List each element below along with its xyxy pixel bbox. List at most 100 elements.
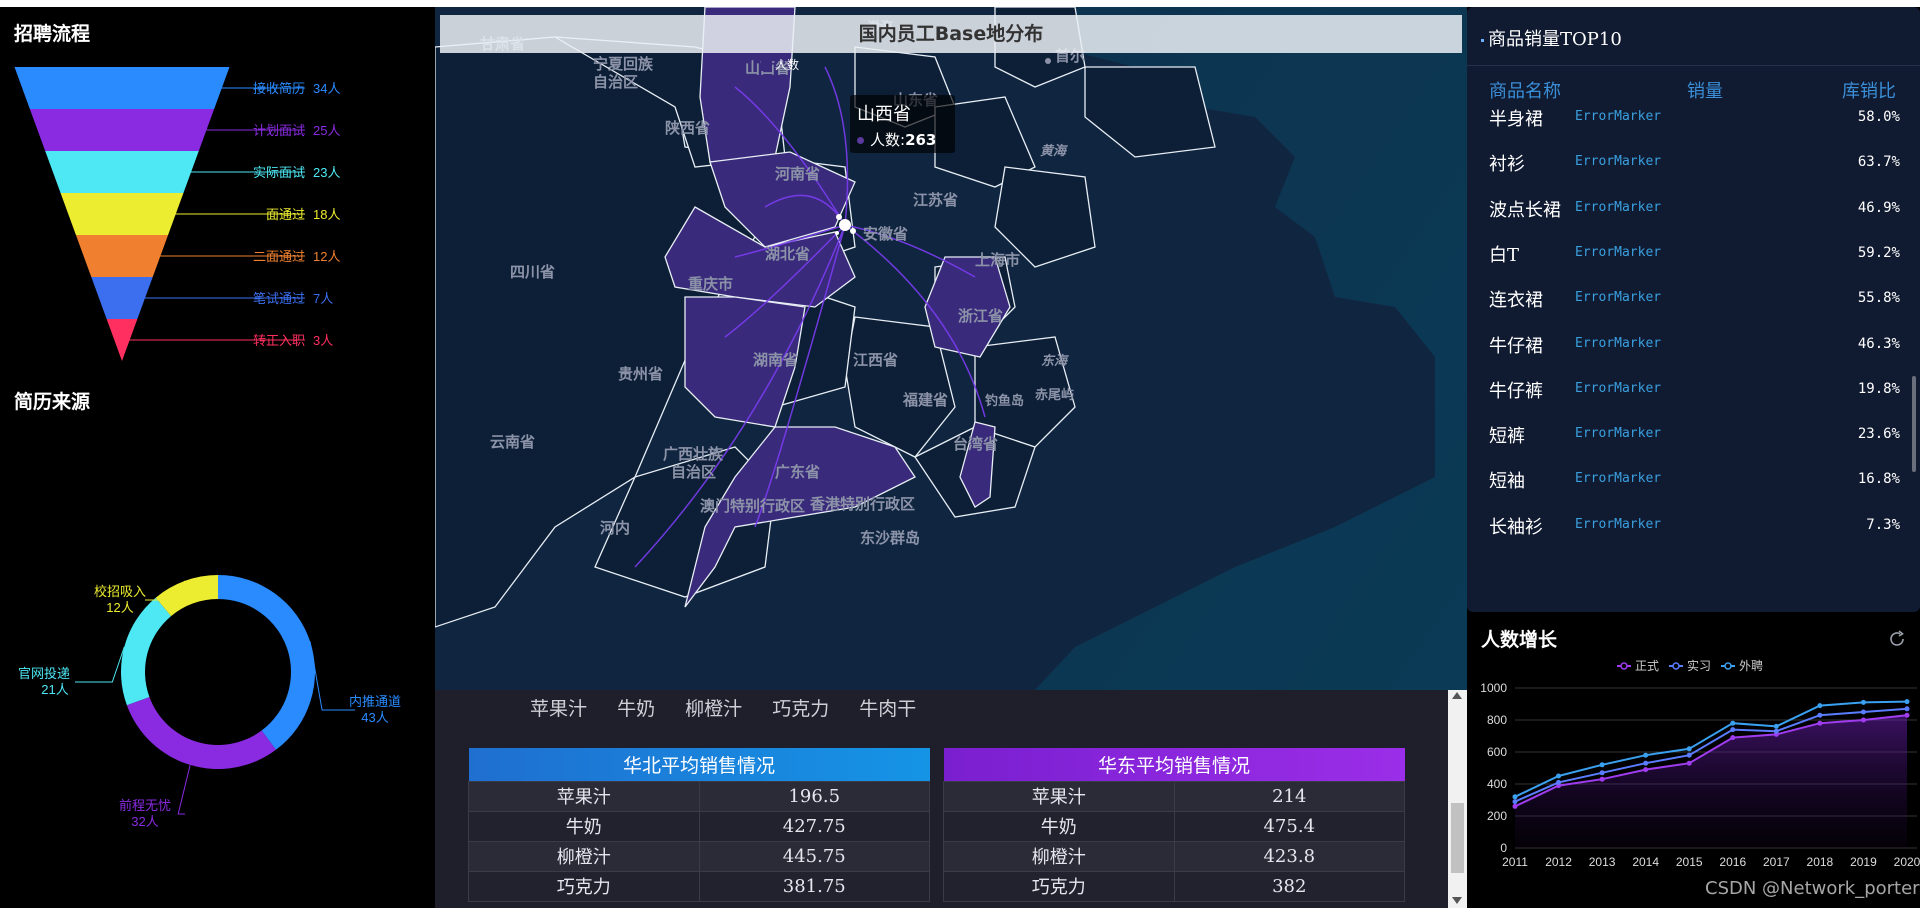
- data-point[interactable]: [1599, 776, 1605, 782]
- legend-dot[interactable]: [1672, 662, 1680, 670]
- funnel-stage[interactable]: [91, 277, 153, 319]
- data-point[interactable]: [1643, 752, 1649, 758]
- data-point[interactable]: [1686, 752, 1692, 758]
- map-tooltip: 山西省 人数:263: [850, 95, 955, 153]
- y-tick-label: 0: [1500, 841, 1507, 855]
- data-point[interactable]: [1773, 723, 1779, 729]
- legend-item[interactable]: 柳橙汁: [685, 698, 742, 720]
- funnel-stage[interactable]: [60, 193, 184, 235]
- data-point[interactable]: [1730, 720, 1736, 726]
- scroll-thumb[interactable]: [1451, 803, 1464, 873]
- data-point[interactable]: [1904, 712, 1910, 718]
- data-point[interactable]: [1556, 773, 1562, 779]
- data-point[interactable]: [1643, 760, 1649, 766]
- watermark: CSDN @Network_porter: [1705, 878, 1920, 899]
- donut-count: 32人: [131, 814, 158, 829]
- data-point[interactable]: [1860, 717, 1866, 723]
- data-point[interactable]: [1686, 746, 1692, 752]
- data-point[interactable]: [1512, 794, 1518, 800]
- stock-ratio: 58.0%: [1857, 109, 1900, 125]
- data-point[interactable]: [1599, 770, 1605, 776]
- label-ningxia2: 自治区: [593, 73, 638, 91]
- sales-marker: ErrorMarker: [1575, 516, 1662, 532]
- cell: 214: [1173, 780, 1405, 812]
- data-point[interactable]: [1599, 762, 1605, 768]
- data-point[interactable]: [1860, 709, 1866, 715]
- funnel-stage[interactable]: [75, 235, 169, 277]
- y-tick-label: 600: [1487, 745, 1507, 759]
- data-point[interactable]: [1904, 699, 1910, 705]
- legend-item[interactable]: 巧克力: [772, 698, 829, 720]
- label-shanghai: 上海市: [975, 251, 1020, 269]
- table-row: 苹果汁 196.5: [468, 780, 930, 812]
- y-tick-label: 800: [1487, 713, 1507, 727]
- data-point[interactable]: [1643, 767, 1649, 773]
- sales-marker: ErrorMarker: [1575, 426, 1662, 442]
- sales-marker: ErrorMarker: [1575, 380, 1662, 396]
- refresh-icon[interactable]: [1887, 629, 1907, 649]
- top10-row: 连衣裙 ErrorMarker 55.8%: [1467, 278, 1920, 323]
- data-point[interactable]: [1556, 779, 1562, 785]
- stock-ratio: 7.3%: [1866, 516, 1900, 533]
- donut-slice[interactable]: [126, 696, 276, 769]
- data-point[interactable]: [1860, 699, 1866, 705]
- data-point[interactable]: [1817, 712, 1823, 718]
- map-legend[interactable]: 人数: [761, 56, 799, 73]
- y-tick-label: 400: [1487, 777, 1507, 791]
- sales-scrollbar[interactable]: [1448, 690, 1467, 908]
- data-point[interactable]: [1730, 727, 1736, 733]
- funnel-label: 计划面试: [253, 123, 305, 138]
- data-point[interactable]: [1512, 799, 1518, 805]
- data-point[interactable]: [1817, 720, 1823, 726]
- data-point[interactable]: [1773, 728, 1779, 734]
- table-row: 巧克力 382: [943, 870, 1405, 902]
- product-name: 波点长裙: [1489, 199, 1561, 221]
- x-tick-label: 2015: [1676, 855, 1703, 869]
- data-point[interactable]: [1817, 703, 1823, 709]
- table-row: 苹果汁 214: [943, 780, 1405, 812]
- top10-title: 商品销量TOP10: [1481, 25, 1622, 51]
- top10-scrollbar[interactable]: [1912, 376, 1916, 472]
- label-fujian: 福建省: [902, 391, 948, 409]
- x-tick-label: 2014: [1632, 855, 1659, 869]
- scroll-up-icon[interactable]: [1452, 692, 1462, 699]
- donut-slice[interactable]: [218, 575, 315, 750]
- label-guangxi: 广西壮族: [663, 445, 724, 463]
- cell: 巧克力: [943, 870, 1175, 902]
- label-guangdong: 广东省: [775, 463, 820, 481]
- funnel-stage[interactable]: [29, 109, 215, 151]
- cell: 196.5: [698, 780, 930, 812]
- legend-item[interactable]: 苹果汁: [530, 698, 587, 720]
- funnel-count: 23人: [313, 165, 340, 180]
- label-hubei: 湖北省: [765, 245, 810, 263]
- x-tick-label: 2012: [1545, 855, 1572, 869]
- legend-item[interactable]: 牛奶: [617, 698, 655, 720]
- legend-label[interactable]: 外聘: [1739, 659, 1763, 673]
- product-name: 短袖: [1489, 471, 1525, 493]
- legend-dot[interactable]: [1724, 662, 1732, 670]
- legend-label[interactable]: 实习: [1687, 658, 1711, 673]
- legend-dot[interactable]: [1620, 662, 1628, 670]
- product-name: 牛仔裙: [1489, 335, 1543, 357]
- data-point[interactable]: [1686, 760, 1692, 766]
- donut-count: 43人: [361, 710, 388, 725]
- cell: 445.75: [698, 840, 930, 872]
- label-anhui: 安徽省: [863, 225, 908, 243]
- funnel-stage[interactable]: [14, 67, 230, 109]
- map-panel[interactable]: 山西省 山东省 陕西省 河南省 江苏省 安徽省 湖北省 四川省 重庆市 上海市 …: [435, 7, 1467, 690]
- label-huanghai: 黄海: [1040, 143, 1068, 158]
- product-name: 长袖衫: [1489, 516, 1543, 538]
- label-henan: 河南省: [775, 165, 820, 183]
- product-name: 半身裙: [1489, 109, 1543, 130]
- stock-ratio: 46.3%: [1857, 335, 1900, 352]
- data-point[interactable]: [1904, 706, 1910, 712]
- cell: 382: [1173, 870, 1405, 902]
- cell: 牛奶: [468, 810, 700, 842]
- funnel-stage[interactable]: [45, 151, 199, 193]
- legend-item[interactable]: 牛肉干: [859, 698, 916, 720]
- data-point[interactable]: [1730, 735, 1736, 741]
- scroll-down-icon[interactable]: [1452, 897, 1462, 904]
- x-tick-label: 2017: [1763, 855, 1790, 869]
- data-point[interactable]: [1512, 803, 1518, 809]
- legend-label[interactable]: 正式: [1635, 659, 1659, 673]
